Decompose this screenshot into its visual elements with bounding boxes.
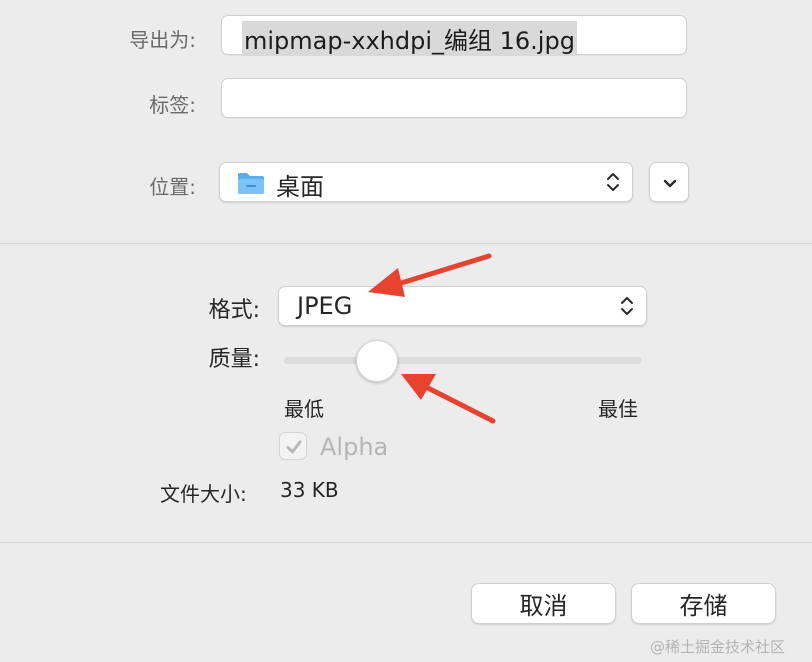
- annotation-arrow-quality: [401, 374, 496, 424]
- annotation-arrows: [368, 253, 496, 424]
- annotation-arrow-format: [368, 253, 492, 297]
